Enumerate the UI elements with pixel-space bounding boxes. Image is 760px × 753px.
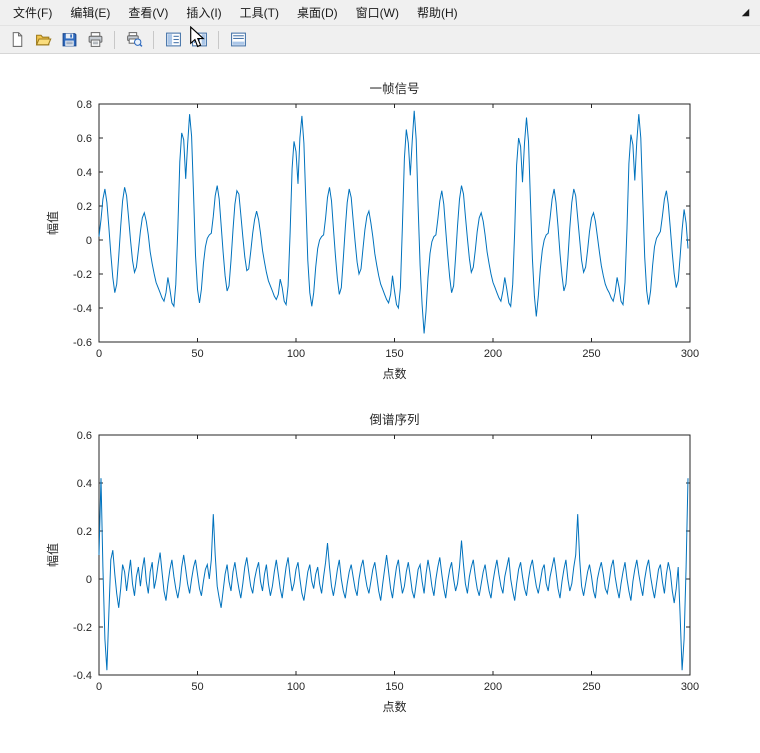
x-axis-label: 点数 — [382, 699, 406, 714]
menu-item-help[interactable]: 帮助(H) — [408, 0, 467, 25]
y-tick-label: 0.8 — [77, 99, 92, 111]
print-figure-icon — [88, 32, 102, 47]
x-tick-label: 0 — [96, 348, 102, 360]
menu-item-file[interactable]: 文件(F) — [4, 0, 61, 25]
x-tick-label: 250 — [582, 348, 600, 360]
y-tick-label: 0.6 — [77, 430, 92, 442]
x-tick-label: 0 — [96, 681, 102, 693]
toolbar-separator — [218, 30, 219, 49]
figure-palette-icon — [165, 32, 181, 47]
new-figure-button[interactable] — [5, 28, 29, 51]
save-figure-button[interactable] — [57, 28, 81, 51]
y-tick-label: -0.2 — [73, 269, 92, 281]
x-tick-label: 50 — [191, 681, 203, 693]
x-axis-label: 点数 — [382, 366, 406, 381]
x-tick-label: 150 — [385, 348, 403, 360]
open-file-icon — [35, 34, 52, 46]
matlab-figure-window: 文件(F) 编辑(E) 查看(V) 插入(I) 工具(T) 桌面(D) 窗口(W) 帮助(H)… — [0, 0, 760, 753]
x-tick-label: 250 — [582, 681, 600, 693]
y-tick-label: -0.6 — [73, 337, 92, 349]
y-axis-label: 幅值 — [45, 543, 60, 567]
x-tick-label: 100 — [287, 348, 305, 360]
toolbar-separator — [114, 30, 115, 49]
y-tick-label: 0.2 — [77, 201, 92, 213]
menu-item-insert[interactable]: 插入(I) — [177, 0, 230, 25]
menu-item-tools[interactable]: 工具(T) — [231, 0, 288, 25]
x-tick-label: 300 — [681, 348, 699, 360]
menu-item-window[interactable]: 窗口(W) — [347, 0, 408, 25]
open-file-button[interactable] — [31, 28, 55, 51]
print-figure-button[interactable] — [83, 28, 107, 51]
plot-browser-icon — [191, 32, 207, 47]
chart-title: 一帧信号 — [369, 82, 419, 96]
y-tick-label: 0.4 — [77, 478, 92, 490]
cepstrum-sequence-chart: 0 50 100 150 200 250 300 -0.4 -0.2 0 0.2 0.4 0.6 倒谱序列… — [45, 412, 699, 714]
toolbar — [0, 26, 760, 54]
y-tick-label: 0.4 — [77, 167, 92, 179]
x-tick-label: 100 — [287, 681, 305, 693]
menu-item-edit[interactable]: 编辑(E) — [61, 0, 119, 25]
y-tick-label: -0.4 — [73, 670, 92, 682]
property-editor-icon — [230, 32, 246, 47]
figure-palette-button[interactable] — [161, 28, 185, 51]
y-tick-label: -0.2 — [73, 622, 92, 634]
axes-box — [98, 434, 691, 676]
y-tick-label: 0 — [86, 235, 92, 247]
menu-item-view[interactable]: 查看(V) — [119, 0, 177, 25]
x-tick-label: 200 — [484, 681, 502, 693]
chart-title: 倒谱序列 — [369, 412, 419, 427]
y-tick-label: 0.6 — [77, 133, 92, 145]
plot-browser-button[interactable] — [187, 28, 211, 51]
one-frame-signal-chart: 0 50 100 150 200 250 300 -0.6 -0.4 -0.2 0 0.2 0.4 0.6… — [45, 82, 699, 381]
x-tick-label: 150 — [385, 681, 403, 693]
print-preview-button[interactable] — [122, 28, 146, 51]
menu-bar: 文件(F) 编辑(E) 查看(V) 插入(I) 工具(T) 桌面(D) 窗口(W) 帮助(H) — [0, 0, 760, 26]
y-tick-label: 0 — [86, 574, 92, 586]
figure-canvas: 0 50 100 150 200 250 300 -0.6 -0.4 -0.2 0 0.2 0.4 0.6… — [0, 54, 760, 753]
x-tick-label: 200 — [484, 348, 502, 360]
dock-figure-icon[interactable] — [739, 6, 752, 19]
y-axis-label: 幅值 — [45, 211, 60, 235]
x-tick-label: 50 — [191, 348, 203, 360]
toolbar-separator — [153, 30, 154, 49]
y-tick-label: 0.2 — [77, 526, 92, 538]
property-editor-button[interactable] — [226, 28, 250, 51]
menu-item-desktop[interactable]: 桌面(D) — [288, 0, 347, 25]
x-tick-label: 300 — [681, 681, 699, 693]
new-figure-icon — [12, 32, 22, 47]
print-preview-icon — [126, 32, 142, 47]
y-tick-label: -0.4 — [73, 303, 92, 315]
save-figure-icon — [62, 33, 76, 47]
